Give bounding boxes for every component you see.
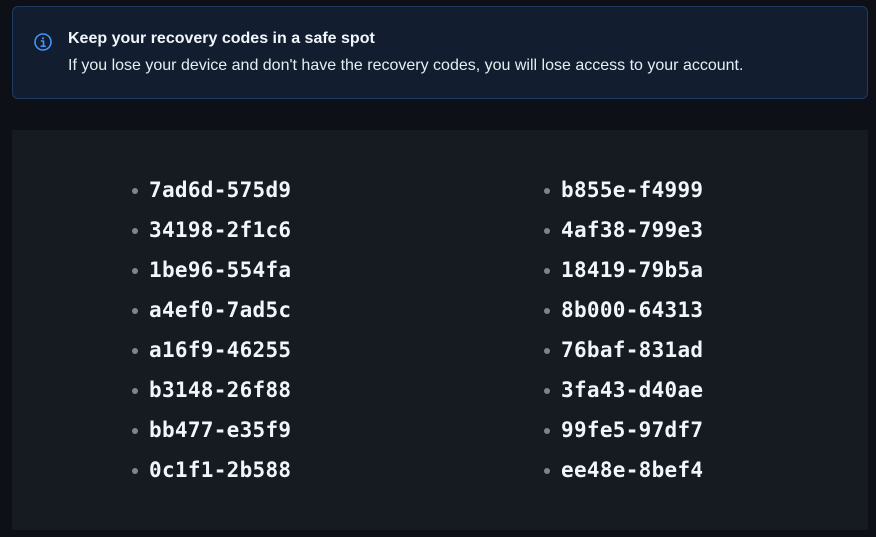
recovery-code-item: 34198-2f1c6 bbox=[132, 210, 291, 250]
recovery-code-item: b855e-f4999 bbox=[544, 170, 703, 210]
recovery-code: 99fe5-97df7 bbox=[561, 418, 704, 442]
recovery-code-item: 0c1f1-2b588 bbox=[132, 450, 291, 490]
recovery-codes-notice: Keep your recovery codes in a safe spot … bbox=[12, 6, 868, 99]
recovery-code: bb477-e35f9 bbox=[149, 418, 292, 442]
bullet-icon bbox=[544, 467, 550, 474]
recovery-code: 18419-79b5a bbox=[561, 258, 704, 282]
recovery-code-item: bb477-e35f9 bbox=[132, 410, 291, 450]
bullet-icon bbox=[544, 427, 550, 434]
recovery-code-item: a16f9-46255 bbox=[132, 330, 291, 370]
recovery-code-item: 8b000-64313 bbox=[544, 290, 703, 330]
recovery-code-item: 4af38-799e3 bbox=[544, 210, 703, 250]
bullet-icon bbox=[132, 347, 138, 354]
recovery-code: a16f9-46255 bbox=[149, 338, 292, 362]
bullet-icon bbox=[544, 227, 550, 234]
recovery-code: b855e-f4999 bbox=[561, 178, 704, 202]
notice-text: If you lose your device and don't have t… bbox=[68, 57, 744, 74]
recovery-code-item: 99fe5-97df7 bbox=[544, 410, 703, 450]
recovery-codes-list-right: b855e-f4999 4af38-799e3 18419-79b5a 8b00… bbox=[544, 170, 703, 490]
bullet-icon bbox=[132, 267, 138, 274]
recovery-code-item: a4ef0-7ad5c bbox=[132, 290, 291, 330]
recovery-code: 76baf-831ad bbox=[561, 338, 704, 362]
recovery-codes-list-left: 7ad6d-575d9 34198-2f1c6 1be96-554fa a4ef… bbox=[132, 170, 291, 490]
recovery-code-item: 3fa43-d40ae bbox=[544, 370, 703, 410]
recovery-code: ee48e-8bef4 bbox=[561, 458, 704, 482]
bullet-icon bbox=[544, 387, 550, 394]
notice-title: Keep your recovery codes in a safe spot bbox=[68, 30, 375, 47]
bullet-icon bbox=[132, 307, 138, 314]
bullet-icon bbox=[132, 467, 138, 474]
bullet-icon bbox=[544, 307, 550, 314]
bullet-icon bbox=[132, 187, 138, 194]
bullet-icon bbox=[132, 227, 138, 234]
recovery-code: 8b000-64313 bbox=[561, 298, 704, 322]
recovery-code: a4ef0-7ad5c bbox=[149, 298, 292, 322]
recovery-code: 7ad6d-575d9 bbox=[149, 178, 292, 202]
recovery-code-item: b3148-26f88 bbox=[132, 370, 291, 410]
info-icon bbox=[33, 32, 53, 52]
recovery-code: 34198-2f1c6 bbox=[149, 218, 292, 242]
recovery-code-item: 7ad6d-575d9 bbox=[132, 170, 291, 210]
bullet-icon bbox=[132, 387, 138, 394]
recovery-code-item: 1be96-554fa bbox=[132, 250, 291, 290]
bullet-icon bbox=[544, 347, 550, 354]
bullet-icon bbox=[544, 267, 550, 274]
recovery-code-item: 76baf-831ad bbox=[544, 330, 703, 370]
recovery-code: 1be96-554fa bbox=[149, 258, 292, 282]
recovery-code-item: 18419-79b5a bbox=[544, 250, 703, 290]
recovery-code: 4af38-799e3 bbox=[561, 218, 704, 242]
bullet-icon bbox=[132, 427, 138, 434]
recovery-code: 0c1f1-2b588 bbox=[149, 458, 292, 482]
recovery-code: b3148-26f88 bbox=[149, 378, 292, 402]
recovery-code: 3fa43-d40ae bbox=[561, 378, 704, 402]
recovery-code-item: ee48e-8bef4 bbox=[544, 450, 703, 490]
bullet-icon bbox=[544, 187, 550, 194]
recovery-codes-panel: 7ad6d-575d9 34198-2f1c6 1be96-554fa a4ef… bbox=[12, 130, 868, 530]
